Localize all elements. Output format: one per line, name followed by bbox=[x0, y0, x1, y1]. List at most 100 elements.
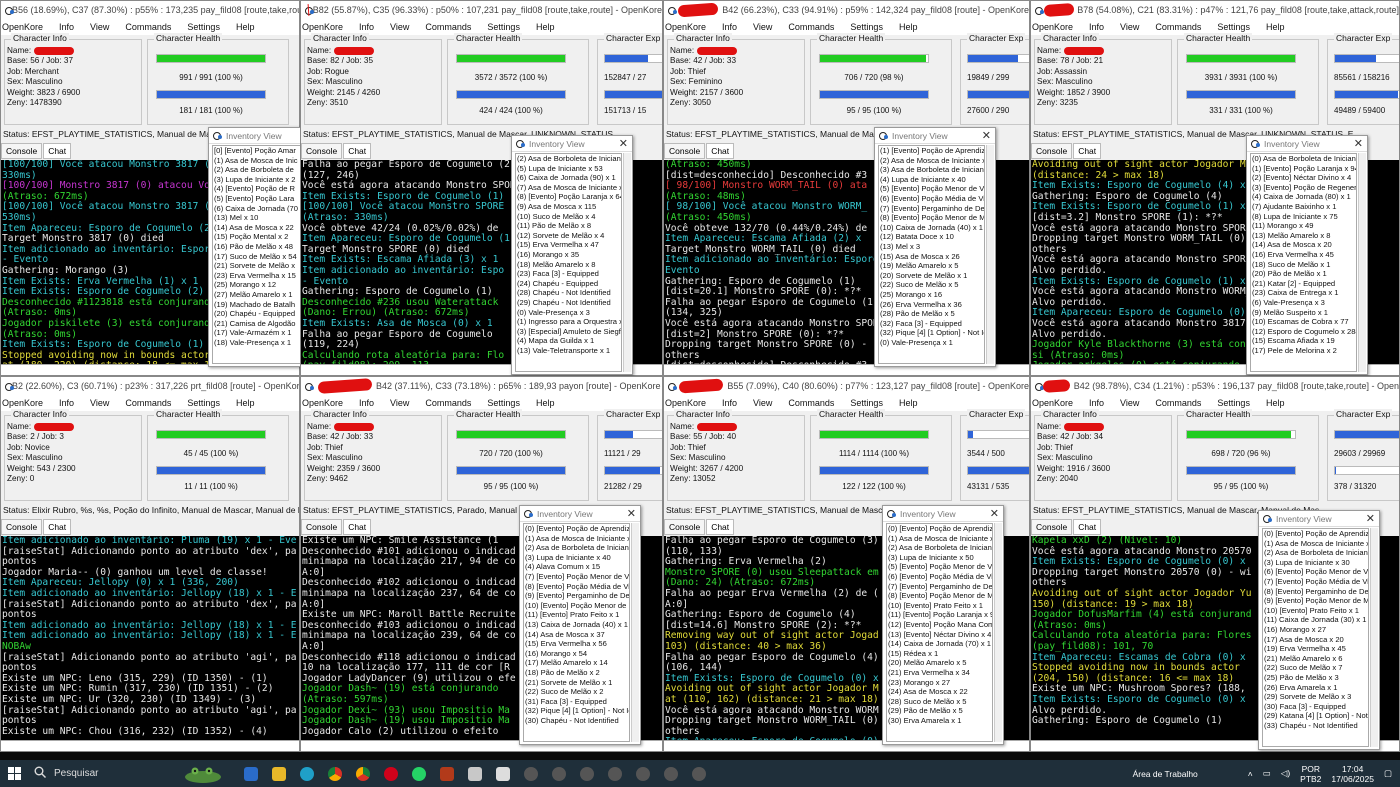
inventory-item[interactable]: (24) Chapéu - Equipped bbox=[517, 279, 621, 289]
inventory-item[interactable]: (13) Mel x 3 bbox=[880, 242, 984, 252]
menu-openkore[interactable]: OpenKore bbox=[1031, 398, 1074, 408]
menu-settings[interactable]: Settings bbox=[486, 398, 521, 408]
inventory-item[interactable]: (11) Caixa de Jornada (30) x 1 bbox=[1264, 615, 1368, 625]
menu-view[interactable]: View bbox=[1119, 398, 1140, 408]
inventory-item[interactable]: (0) Vale-Presença x 3 bbox=[517, 308, 621, 318]
opera-icon[interactable] bbox=[378, 760, 404, 787]
window-titlebar[interactable]: B55 (7.09%), C40 (80.60%) : p77% : 123,1… bbox=[664, 377, 1029, 395]
inventory-item[interactable]: (19) Erva Vermelha x 45 bbox=[1264, 644, 1368, 654]
inventory-item[interactable]: (2) Asa de Borboleta de Iniciante bbox=[888, 543, 992, 553]
menu-commands[interactable]: Commands bbox=[124, 22, 172, 32]
tab-console[interactable]: Console bbox=[1031, 519, 1073, 535]
inventory-item[interactable]: (13) [Evento] Néctar Divino x 4 bbox=[888, 630, 992, 640]
menu-view[interactable]: View bbox=[389, 22, 410, 32]
menu-info[interactable]: Info bbox=[1088, 398, 1105, 408]
inventory-item[interactable]: (8) [Evento] Poção Laranja x 64 bbox=[517, 192, 621, 202]
desktop-label[interactable]: Área de Trabalho bbox=[1133, 769, 1198, 779]
tab-chat[interactable]: Chat bbox=[706, 519, 735, 535]
inventory-item[interactable]: (17) Asa de Mosca x 20 bbox=[1264, 635, 1368, 645]
close-icon[interactable]: ✕ bbox=[1354, 137, 1363, 150]
inventory-item[interactable]: (18) Melão Amarelo x 8 bbox=[517, 260, 621, 270]
menu-help[interactable]: Help bbox=[235, 398, 256, 408]
menu-settings[interactable]: Settings bbox=[1216, 22, 1251, 32]
tab-console[interactable]: Console bbox=[1031, 143, 1073, 159]
tab-chat[interactable]: Chat bbox=[43, 519, 72, 535]
language-indicator[interactable]: POR PTB2 bbox=[1300, 764, 1321, 784]
menu-openkore[interactable]: OpenKore bbox=[664, 398, 707, 408]
inventory-item[interactable]: (17) Pele de Melorina x 2 bbox=[1252, 346, 1356, 356]
window-titlebar[interactable]: B42 (66.23%), C33 (94.91%) : p59% : 142,… bbox=[664, 1, 1029, 19]
menu-commands[interactable]: Commands bbox=[787, 398, 835, 408]
close-icon[interactable]: ✕ bbox=[1366, 512, 1375, 525]
inventory-item[interactable]: (15) Erva Vermelha x 47 bbox=[517, 240, 621, 250]
inventory-item[interactable]: (16) Morango x 35 bbox=[517, 250, 621, 260]
inventory-item[interactable]: (5) [Evento] Poção Menor de Vida bbox=[888, 562, 992, 572]
inventory-item[interactable]: (29) Katana [4] [1 Option] - Not Ident bbox=[1264, 711, 1368, 721]
inventory-item[interactable]: (20) Sorvete de Melão x 1 bbox=[880, 271, 984, 281]
menu-help[interactable]: Help bbox=[1265, 398, 1286, 408]
menu-openkore[interactable]: OpenKore bbox=[301, 398, 344, 408]
menu-help[interactable]: Help bbox=[1265, 22, 1286, 32]
inventory-item[interactable]: (6) [Evento] Poção Menor de Vida bbox=[1264, 567, 1368, 577]
inventory-item[interactable]: (11) [Evento] Poção Laranja x 99 bbox=[888, 610, 992, 620]
inventory-item[interactable]: (7) Ajudante Baixinho x 1 bbox=[1252, 202, 1356, 212]
inventory-list[interactable]: (0) [Evento] Poção de Aprendiz x 1(1) As… bbox=[886, 523, 993, 742]
command-input[interactable] bbox=[1, 740, 299, 751]
menu-help[interactable]: Help bbox=[898, 22, 919, 32]
inventory-item[interactable]: (3) [Especial] Amuleto de Siegfried bbox=[517, 327, 621, 337]
network-icon[interactable]: ▭ bbox=[1263, 768, 1271, 779]
inventory-item[interactable]: (4) Lupa de Iniciante x 40 bbox=[880, 175, 984, 185]
inventory-list[interactable]: (0) [Evento] Poção de Aprendiz x 8(1) As… bbox=[1262, 528, 1369, 747]
openkore-taskbar-icon-2[interactable] bbox=[546, 760, 572, 787]
inventory-item[interactable]: (30) Erva Amarela x 1 bbox=[888, 716, 992, 726]
inventory-item[interactable]: (31) Faca [3] - Equipped bbox=[525, 697, 629, 707]
tab-chat[interactable]: Chat bbox=[43, 143, 72, 159]
inventory-scrollbar[interactable] bbox=[1370, 528, 1378, 747]
tab-chat[interactable]: Chat bbox=[343, 519, 372, 535]
inventory-item[interactable]: (26) Erva Amarela x 1 bbox=[1264, 683, 1368, 693]
inventory-item[interactable]: (8) [Evento] Poção Menor de Mana bbox=[880, 213, 984, 223]
inventory-item[interactable]: (25) Morango x 16 bbox=[880, 290, 984, 300]
inventory-item[interactable]: (22) Suco de Melão x 7 bbox=[1264, 663, 1368, 673]
close-icon[interactable]: ✕ bbox=[982, 129, 991, 142]
inventory-item[interactable]: (2) Asa de Borboleta de Iniciante bbox=[525, 543, 629, 553]
menu-info[interactable]: Info bbox=[721, 398, 738, 408]
shield-app-icon[interactable] bbox=[434, 760, 460, 787]
menu-help[interactable]: Help bbox=[235, 22, 256, 32]
menu-info[interactable]: Info bbox=[721, 22, 738, 32]
inventory-item[interactable]: (1) Ingresso para a Orquestra x 1 bbox=[517, 317, 621, 327]
inventory-item[interactable]: (3) Lupa de Iniciante x 30 bbox=[1264, 558, 1368, 568]
inventory-item[interactable]: (2) [Evento] Néctar Divino x 4 bbox=[1252, 173, 1356, 183]
inventory-list[interactable]: (2) Asa de Borboleta de Iniciante x (5) L… bbox=[515, 153, 622, 372]
volume-icon[interactable]: ◁) bbox=[1281, 768, 1290, 779]
inventory-item[interactable]: (21) Sorvete de Melão x 1 bbox=[525, 678, 629, 688]
inventory-item[interactable]: (15) Erva Vermelha x 56 bbox=[525, 639, 629, 649]
menu-openkore[interactable]: OpenKore bbox=[1, 22, 44, 32]
inventory-item[interactable]: (0) [Evento] Poção de Aprendiz x 8 bbox=[1264, 529, 1368, 539]
tab-console[interactable]: Console bbox=[1, 143, 43, 159]
menu-view[interactable]: View bbox=[1119, 22, 1140, 32]
inventory-item[interactable]: (2) Asa de Mosca de Iniciante x 55 bbox=[880, 156, 984, 166]
close-icon[interactable]: ✕ bbox=[627, 507, 636, 520]
inventory-item[interactable]: (20) Melão Amarelo x 5 bbox=[888, 658, 992, 668]
inventory-item[interactable]: (18) Pão de Melão x 2 bbox=[525, 668, 629, 678]
menu-openkore[interactable]: OpenKore bbox=[1031, 22, 1074, 32]
inventory-item[interactable]: (15) Rédea x 1 bbox=[888, 649, 992, 659]
inventory-scrollbar[interactable] bbox=[631, 523, 639, 742]
inventory-item[interactable]: (4) Caixa de Jornada (80) x 1 bbox=[1252, 192, 1356, 202]
menu-view[interactable]: View bbox=[752, 398, 773, 408]
inventory-scrollbar[interactable] bbox=[1358, 153, 1366, 372]
inventory-item[interactable]: (16) Morango x 54 bbox=[525, 649, 629, 659]
menu-commands[interactable]: Commands bbox=[1154, 22, 1202, 32]
menu-settings[interactable]: Settings bbox=[186, 22, 221, 32]
inventory-item[interactable]: (5) Lupa de Iniciante x 53 bbox=[517, 164, 621, 174]
inventory-item[interactable]: (10) [Evento] Prato Feito x 1 bbox=[888, 601, 992, 611]
menu-info[interactable]: Info bbox=[58, 22, 75, 32]
inventory-item[interactable]: (7) [Evento] Poção Média de Vida bbox=[1264, 577, 1368, 587]
inventory-item[interactable]: (25) Pão de Melão x 3 bbox=[1264, 673, 1368, 683]
notifications-icon[interactable]: ▢ bbox=[1384, 768, 1392, 779]
inventory-item[interactable]: (13) Melão Amarelo x 8 bbox=[1252, 231, 1356, 241]
inventory-item[interactable]: (10) [Evento] Prato Feito x 1 bbox=[1264, 606, 1368, 616]
inventory-scrollbar[interactable] bbox=[986, 145, 994, 364]
inventory-item[interactable]: (15) Escama Afiada x 19 bbox=[1252, 336, 1356, 346]
